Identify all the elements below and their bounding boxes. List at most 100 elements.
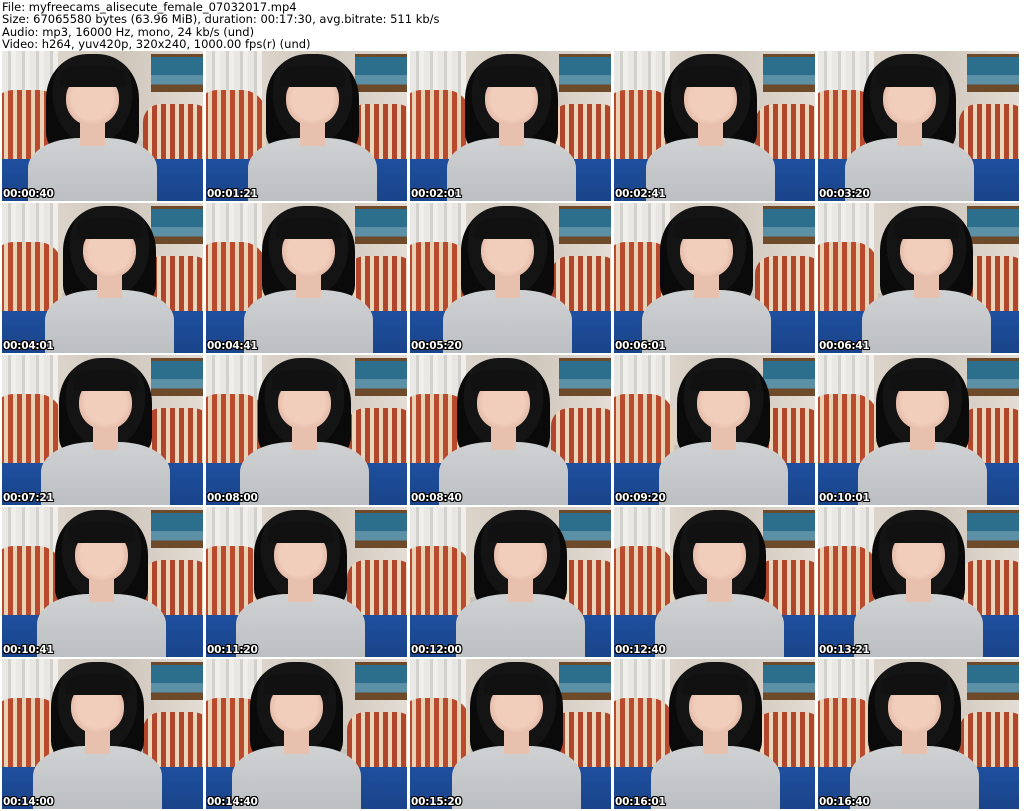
- video-thumbnail: 00:04:41: [206, 203, 407, 353]
- timestamp-label: 00:14:40: [207, 796, 258, 808]
- timestamp-label: 00:06:41: [819, 340, 870, 352]
- timestamp-label: 00:06:01: [615, 340, 666, 352]
- wall-picture: [966, 206, 1019, 244]
- timestamp-label: 00:12:40: [615, 644, 666, 656]
- person-fringe: [674, 218, 739, 239]
- wall-picture: [558, 662, 611, 700]
- person-fringe: [479, 66, 544, 87]
- wall-picture: [354, 206, 407, 244]
- timestamp-label: 00:09:20: [615, 492, 666, 504]
- person-shirt: [244, 290, 373, 353]
- person-shirt: [248, 138, 377, 201]
- video-thumbnail: 00:03:20: [818, 51, 1019, 201]
- person-shirt: [858, 442, 987, 505]
- video-thumbnail: 00:10:01: [818, 355, 1019, 505]
- video-thumbnail: 00:06:41: [818, 203, 1019, 353]
- wall-picture: [558, 206, 611, 244]
- person-fringe: [890, 370, 955, 391]
- wall-picture: [966, 510, 1019, 548]
- timestamp-label: 00:03:20: [819, 188, 870, 200]
- wall-picture: [150, 662, 203, 700]
- video-thumbnail: 00:08:40: [410, 355, 611, 505]
- video-thumbnail: 00:04:01: [2, 203, 203, 353]
- timestamp-label: 00:15:20: [411, 796, 462, 808]
- person-shirt: [659, 442, 788, 505]
- person-shirt: [456, 594, 585, 657]
- person-fringe: [484, 674, 549, 695]
- video-thumbnail: 00:07:21: [2, 355, 203, 505]
- person-fringe: [264, 674, 329, 695]
- timestamp-label: 00:04:41: [207, 340, 258, 352]
- person-shirt: [41, 442, 170, 505]
- wall-picture: [558, 510, 611, 548]
- person-shirt: [452, 746, 581, 809]
- person-shirt: [443, 290, 572, 353]
- wall-picture: [558, 54, 611, 92]
- thumbnail-grid: 00:00:40 00:01:21 00:02:01 00:02:41 00:03:20…: [2, 51, 1022, 811]
- timestamp-label: 00:13:21: [819, 644, 870, 656]
- file-info-header: File: myfreecams_alisecute_female_070320…: [2, 1, 440, 51]
- timestamp-label: 00:02:41: [615, 188, 666, 200]
- video-thumbnail: 00:01:21: [206, 51, 407, 201]
- video-thumbnail: 00:10:41: [2, 507, 203, 657]
- timestamp-label: 00:05:20: [411, 340, 462, 352]
- video-thumbnail: 00:08:00: [206, 355, 407, 505]
- wall-picture: [150, 54, 203, 92]
- timestamp-label: 00:00:40: [3, 188, 54, 200]
- video-thumbnail: 00:12:00: [410, 507, 611, 657]
- wall-picture: [762, 206, 815, 244]
- person-shirt: [447, 138, 576, 201]
- person-fringe: [280, 66, 345, 87]
- person-fringe: [471, 370, 536, 391]
- video-thumbnail: 00:15:20: [410, 659, 611, 809]
- wall-picture: [762, 358, 815, 396]
- person-fringe: [60, 66, 125, 87]
- wall-picture: [354, 54, 407, 92]
- video-thumbnail: 00:06:01: [614, 203, 815, 353]
- wall-picture: [966, 662, 1019, 700]
- timestamp-label: 00:07:21: [3, 492, 54, 504]
- video-thumbnail: 00:16:40: [818, 659, 1019, 809]
- timestamp-label: 00:04:01: [3, 340, 54, 352]
- person-shirt: [240, 442, 369, 505]
- timestamp-label: 00:01:21: [207, 188, 258, 200]
- video-thumbnail: 00:11:20: [206, 507, 407, 657]
- person-fringe: [65, 674, 130, 695]
- video-thumbnail: 00:09:20: [614, 355, 815, 505]
- video-thumbnail: 00:12:40: [614, 507, 815, 657]
- person-fringe: [488, 522, 553, 543]
- person-fringe: [272, 370, 337, 391]
- wall-picture: [762, 662, 815, 700]
- person-fringe: [276, 218, 341, 239]
- video-thumbnail: 00:00:40: [2, 51, 203, 201]
- timestamp-label: 00:11:20: [207, 644, 258, 656]
- timestamp-label: 00:14:00: [3, 796, 54, 808]
- video-thumbnail: 00:14:00: [2, 659, 203, 809]
- video-thumbnail: 00:13:21: [818, 507, 1019, 657]
- person-fringe: [877, 66, 942, 87]
- wall-picture: [150, 510, 203, 548]
- person-fringe: [678, 66, 743, 87]
- person-fringe: [475, 218, 540, 239]
- person-fringe: [882, 674, 947, 695]
- video-thumbnail: 00:16:01: [614, 659, 815, 809]
- person-fringe: [73, 370, 138, 391]
- timestamp-label: 00:16:40: [819, 796, 870, 808]
- wall-picture: [762, 510, 815, 548]
- wall-picture: [354, 662, 407, 700]
- wall-picture: [966, 54, 1019, 92]
- person-shirt: [854, 594, 983, 657]
- person-fringe: [77, 218, 142, 239]
- wall-picture: [150, 206, 203, 244]
- person-fringe: [268, 522, 333, 543]
- timestamp-label: 00:16:01: [615, 796, 666, 808]
- person-shirt: [862, 290, 991, 353]
- timestamp-label: 00:10:01: [819, 492, 870, 504]
- timestamp-label: 00:10:41: [3, 644, 54, 656]
- wall-picture: [354, 510, 407, 548]
- wall-picture: [558, 358, 611, 396]
- timestamp-label: 00:02:01: [411, 188, 462, 200]
- timestamp-label: 00:08:40: [411, 492, 462, 504]
- wall-picture: [354, 358, 407, 396]
- person-fringe: [69, 522, 134, 543]
